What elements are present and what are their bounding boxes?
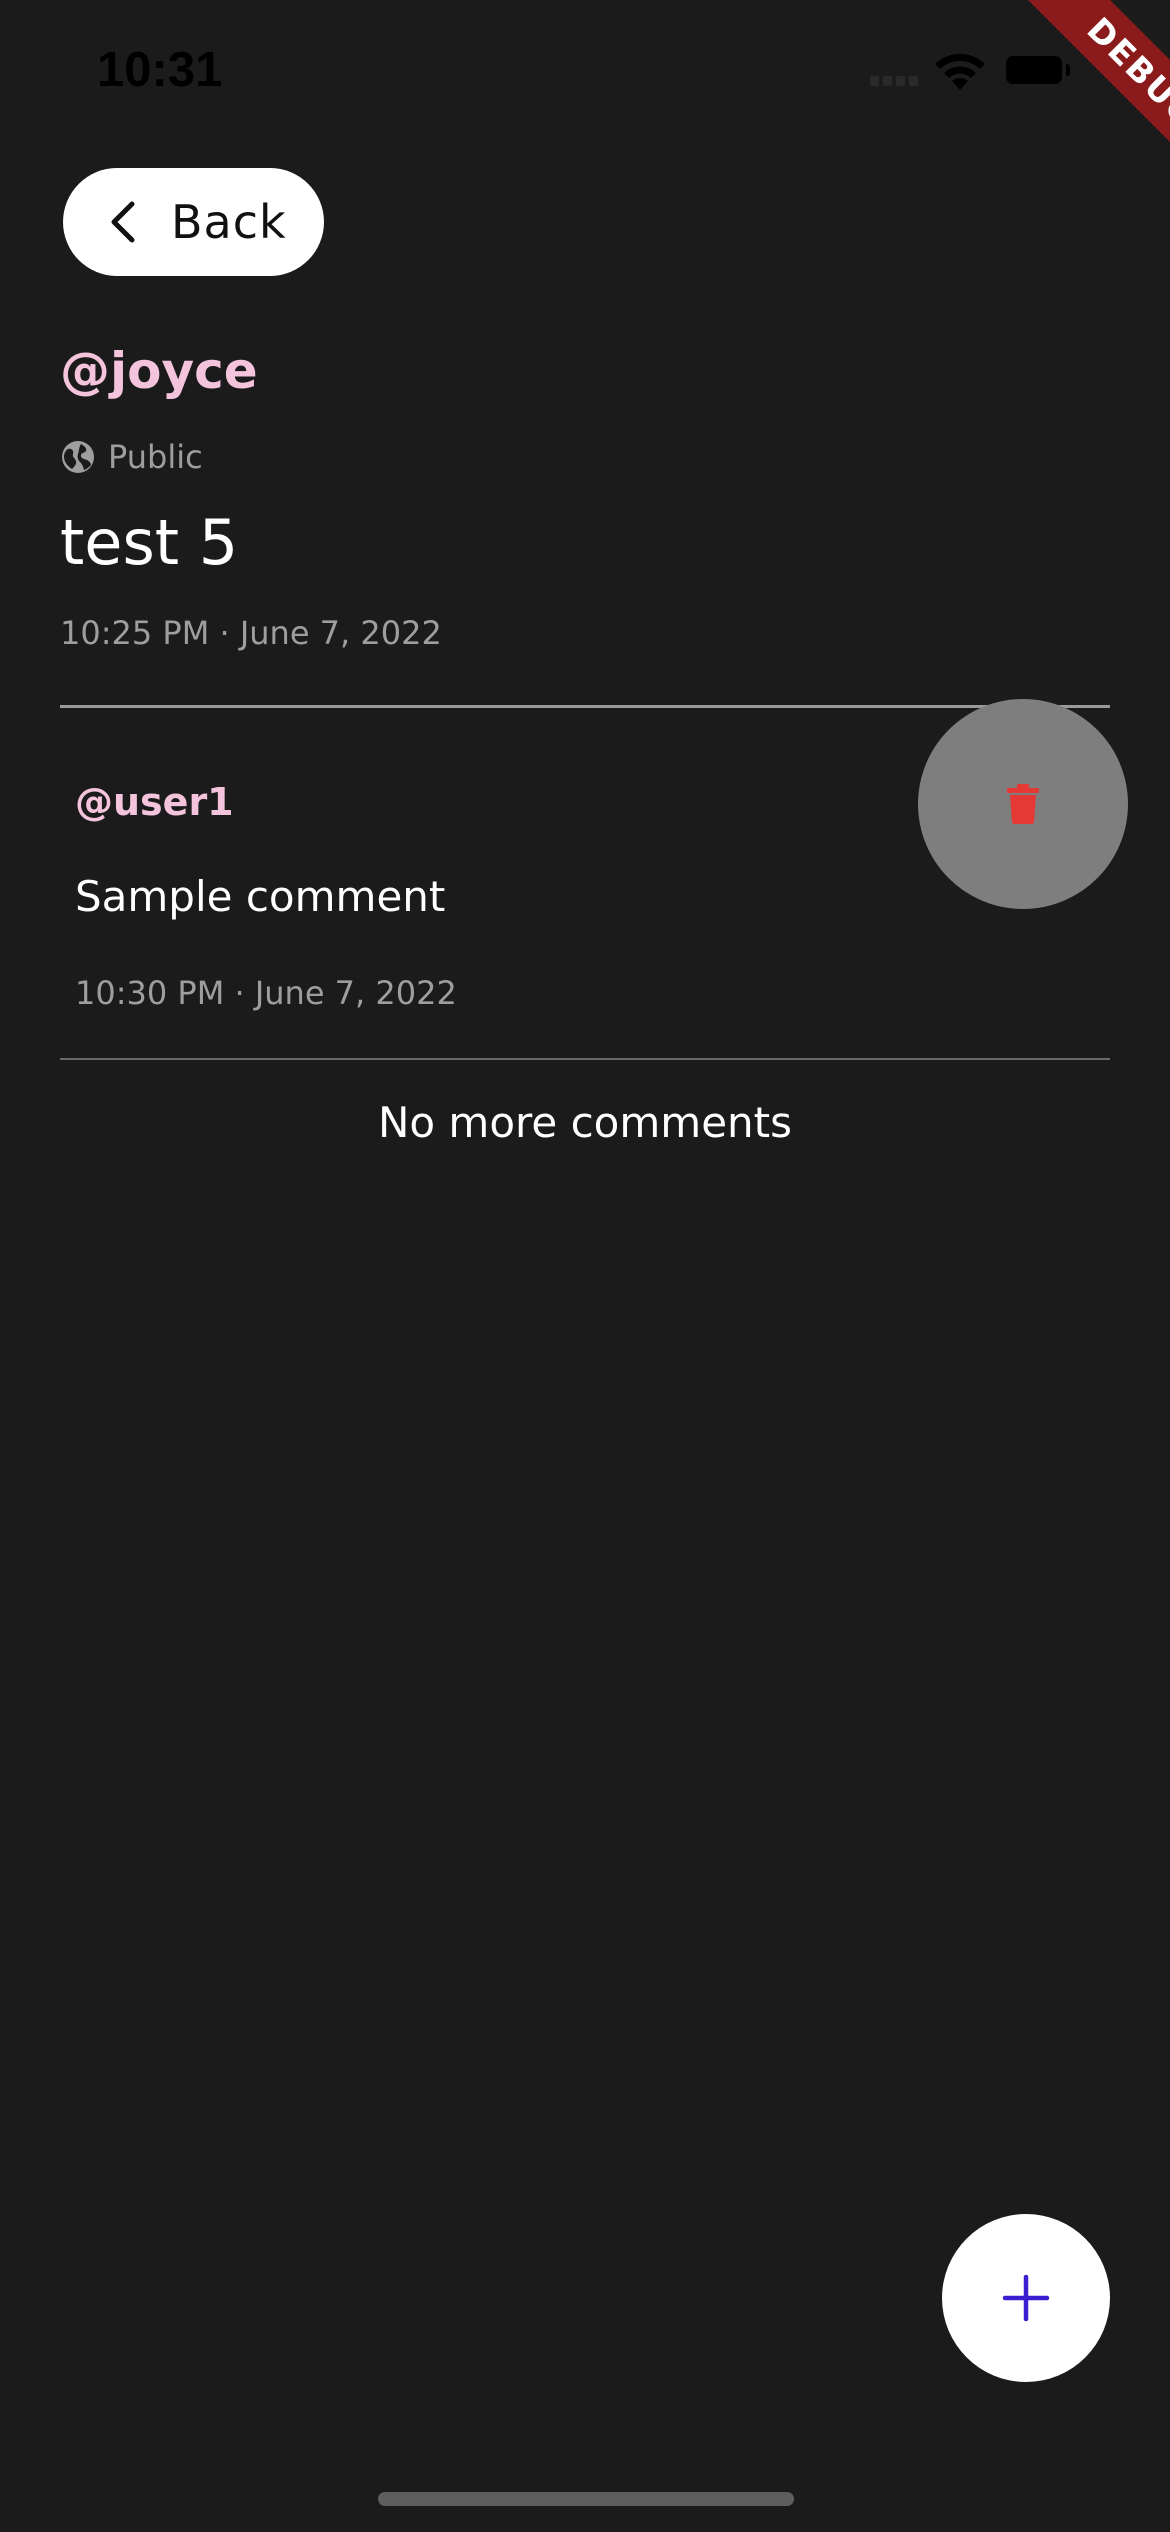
chevron-left-icon	[111, 201, 135, 243]
comment-author-username[interactable]: @user1	[75, 780, 234, 824]
plus-icon	[1002, 2274, 1050, 2322]
comment-timestamp: 10:30 PM · June 7, 2022	[75, 974, 457, 1012]
post-timestamp: 10:25 PM · June 7, 2022	[60, 614, 442, 652]
post-visibility: Public	[60, 438, 203, 476]
trash-icon	[1007, 784, 1039, 824]
globe-icon	[62, 441, 94, 473]
back-button[interactable]: Back	[63, 168, 324, 276]
comment-text: Sample comment	[75, 872, 446, 921]
delete-comment-button[interactable]	[918, 699, 1128, 909]
debug-banner: DEBUG	[970, 0, 1170, 200]
post-divider	[60, 705, 1110, 708]
add-comment-button[interactable]	[942, 2214, 1110, 2382]
home-indicator[interactable]	[378, 2492, 794, 2506]
post-author-username[interactable]: @joyce	[60, 342, 258, 400]
no-more-comments-label: No more comments	[377, 1098, 793, 1147]
comment-divider	[60, 1058, 1110, 1060]
post-title: test 5	[60, 506, 239, 579]
back-button-label: Back	[171, 195, 287, 249]
status-bar-time: 10:31	[97, 43, 223, 97]
post-visibility-label: Public	[108, 438, 203, 476]
debug-banner-label: DEBUG	[1018, 0, 1170, 197]
